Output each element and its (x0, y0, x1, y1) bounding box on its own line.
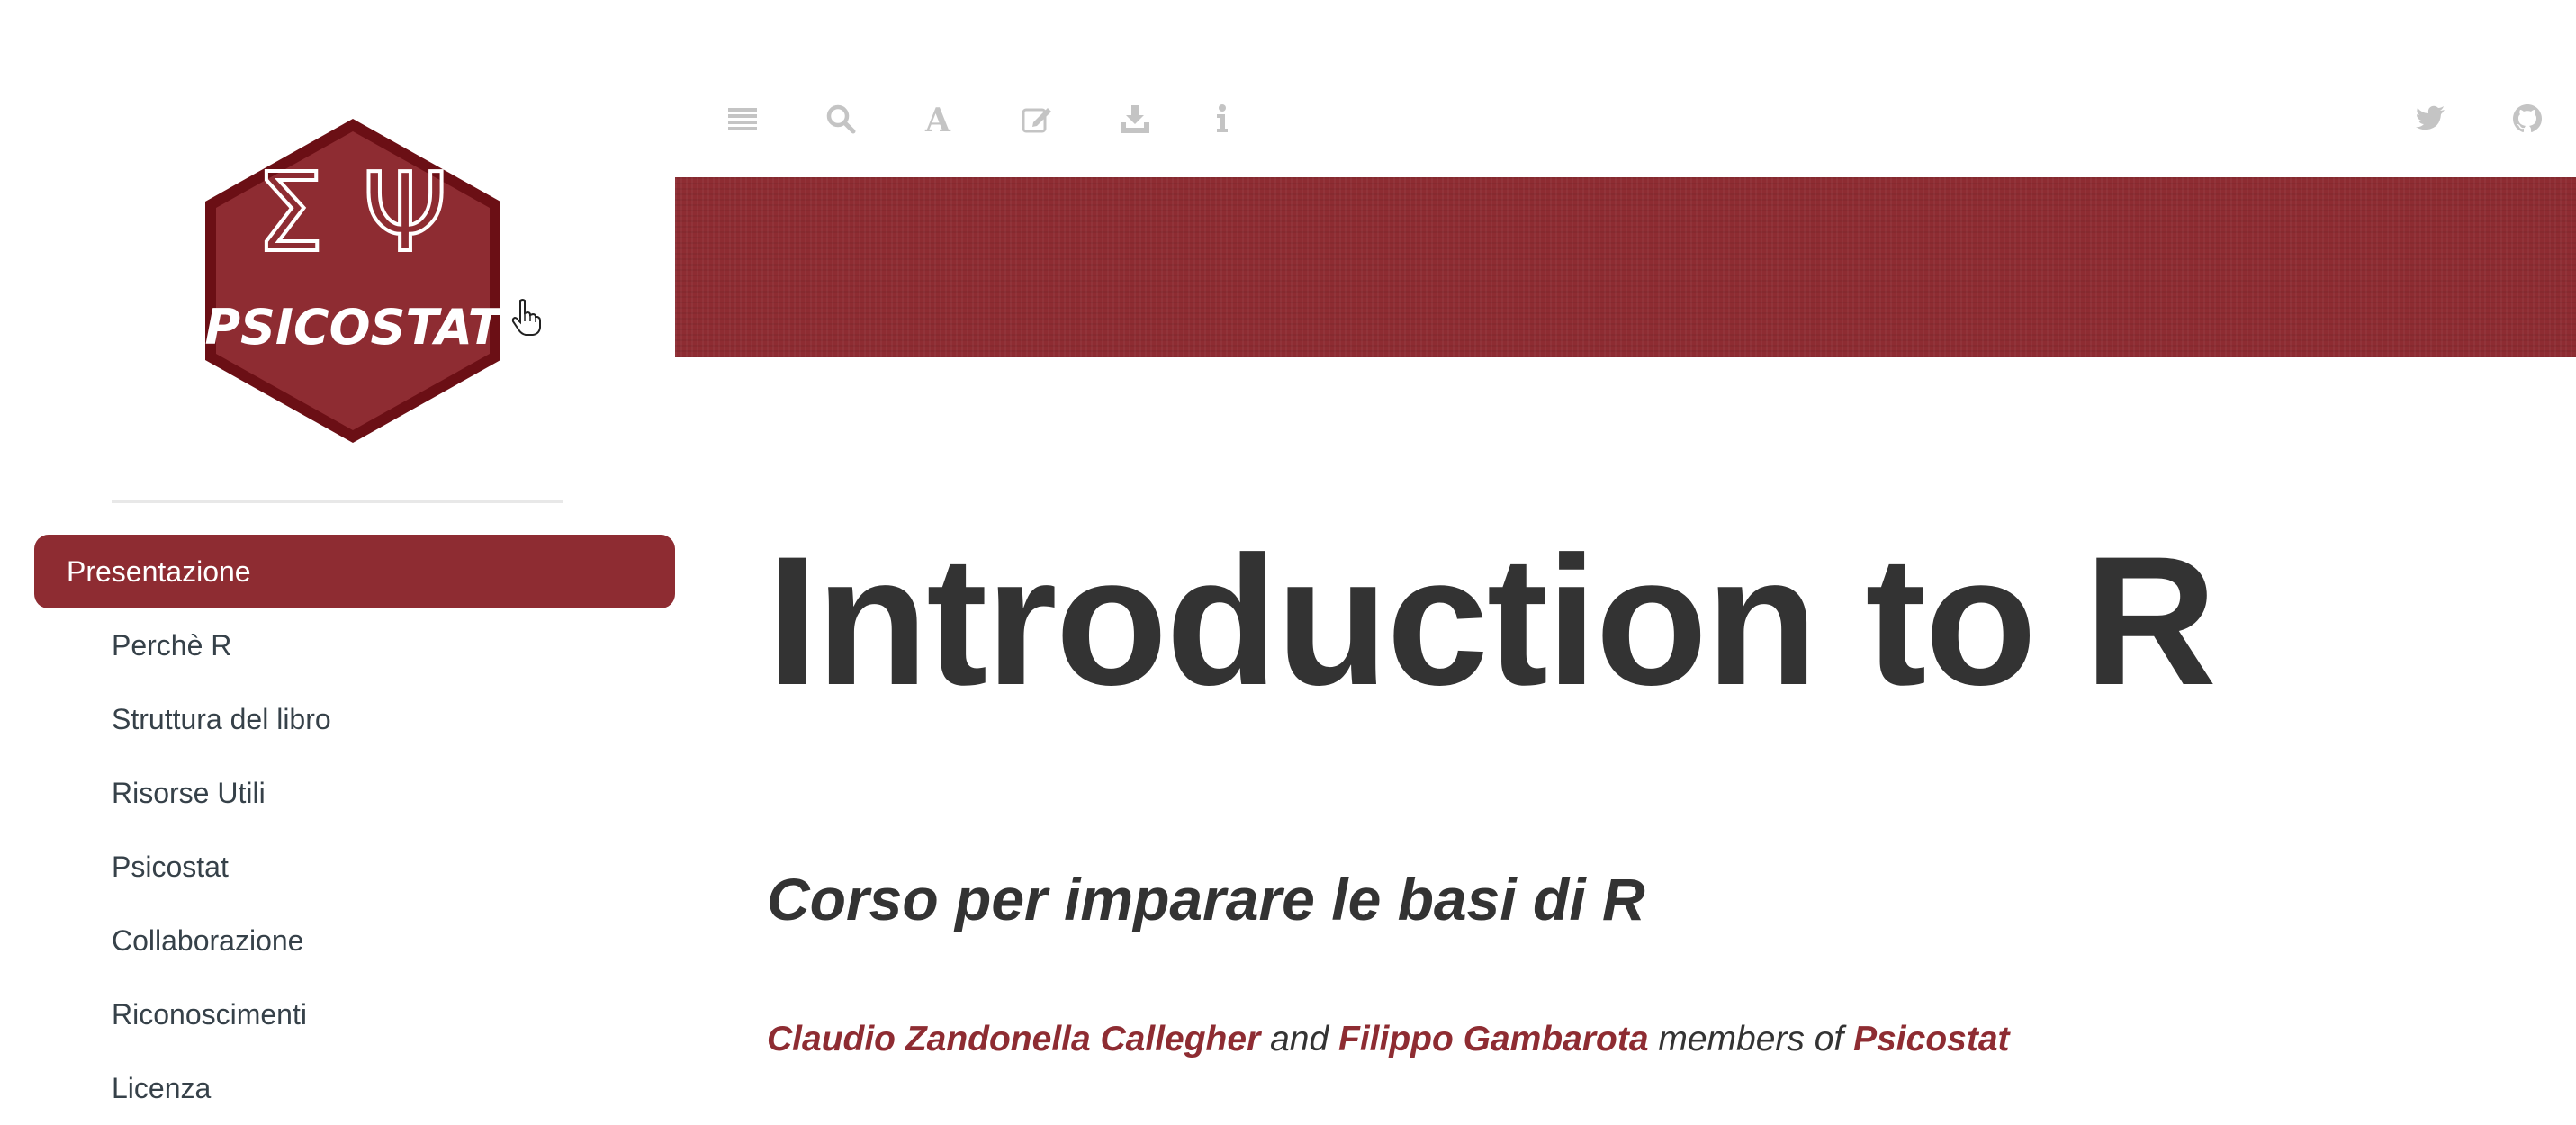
hand-pointer-cursor-icon (511, 299, 541, 336)
edit-button[interactable] (1017, 99, 1057, 139)
sidebar-item-risorse-utili[interactable]: Risorse Utili (0, 756, 675, 830)
github-icon (2513, 104, 2542, 132)
page-subtitle: Corso per imparare le basi di R (767, 866, 1645, 932)
members-of-text: members of (1648, 1020, 1854, 1058)
toc-toggle-icon (728, 108, 757, 130)
logo-wordmark: PSICOSTAT (204, 299, 504, 356)
sidebar-item-psicostat[interactable]: Psicostat (0, 830, 675, 904)
author-link-claudio[interactable]: Claudio Zandonella Callegher (767, 1020, 1260, 1058)
info-icon (1217, 104, 1228, 132)
authors-conjunction: and (1260, 1020, 1338, 1058)
sidebar-divider (112, 500, 563, 503)
psicostat-logo[interactable]: Σ Ψ PSICOSTAT (200, 115, 506, 446)
psi-symbol: Ψ (363, 151, 447, 276)
download-icon (1121, 105, 1149, 133)
authors-line: Claudio Zandonella Callegher and Filippo… (767, 1015, 2010, 1064)
font-settings-icon: A (924, 103, 951, 135)
page-title: Introduction to R (767, 518, 2217, 724)
info-button[interactable] (1202, 99, 1242, 139)
edit-icon (1022, 108, 1051, 133)
toc-toggle-button[interactable] (723, 99, 762, 139)
author-link-filippo[interactable]: Filippo Gambarota (1338, 1020, 1649, 1058)
sigma-symbol: Σ (256, 151, 324, 276)
sidebar-item-perche-r[interactable]: Perchè R (0, 608, 675, 682)
download-button[interactable] (1115, 99, 1155, 139)
twitter-icon (2416, 105, 2445, 130)
psicostat-link[interactable]: Psicostat (1853, 1020, 2009, 1058)
psicostat-hex-logo: Σ Ψ PSICOSTAT (204, 119, 505, 443)
font-settings-button[interactable]: A (918, 99, 958, 139)
sidebar-item-collaborazione[interactable]: Collaborazione (0, 904, 675, 977)
svg-text:A: A (924, 103, 951, 135)
search-icon (826, 104, 856, 134)
twitter-share-button[interactable] (2410, 99, 2450, 139)
sidebar: Σ Ψ PSICOSTAT Presentazione Perchè R Str… (0, 0, 675, 1125)
sidebar-item-riconoscimenti[interactable]: Riconoscimenti (0, 977, 675, 1051)
book-toolbar: A (675, 81, 2576, 155)
github-link-button[interactable] (2508, 99, 2547, 139)
sidebar-item-struttura-del-libro[interactable]: Struttura del libro (0, 682, 675, 756)
sidebar-item-presentazione[interactable]: Presentazione (34, 535, 675, 608)
header-banner (675, 177, 2576, 357)
sidebar-item-licenza[interactable]: Licenza (0, 1051, 675, 1125)
sidebar-nav: Presentazione Perchè R Struttura del lib… (0, 535, 675, 1125)
search-button[interactable] (821, 99, 860, 139)
